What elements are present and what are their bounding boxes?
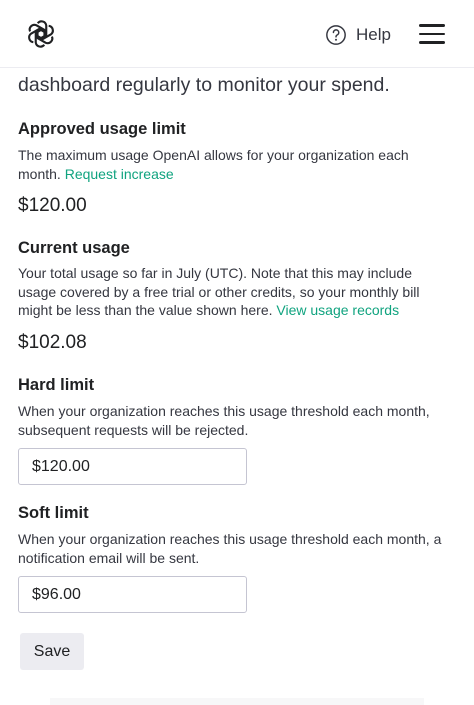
approved-limit-description: The maximum usage OpenAI allows for your… (18, 147, 409, 182)
question-circle-icon (326, 25, 346, 45)
view-usage-records-link[interactable]: View usage records (276, 302, 399, 318)
approved-limit-heading: Approved usage limit (18, 120, 186, 138)
intro-text: dashboard regularly to monitor your spen… (18, 74, 390, 96)
current-usage-heading: Current usage (18, 239, 130, 257)
openai-logo-icon[interactable] (26, 19, 56, 49)
current-usage-description: Your total usage so far in July (UTC). N… (18, 265, 420, 318)
current-usage-value: $102.08 (18, 332, 87, 353)
soft-limit-input[interactable] (18, 576, 247, 613)
soft-limit-description: When your organization reaches this usag… (18, 531, 442, 566)
help-button[interactable]: Help (325, 23, 391, 47)
help-label: Help (356, 25, 391, 44)
save-button[interactable]: Save (20, 633, 84, 670)
request-increase-link[interactable]: Request increase (65, 166, 174, 182)
footer-divider (50, 698, 424, 705)
hard-limit-description: When your organization reaches this usag… (18, 403, 430, 438)
hamburger-menu-icon[interactable] (419, 24, 445, 44)
hard-limit-input[interactable] (18, 448, 247, 485)
top-navigation-bar: Help (0, 0, 474, 68)
approved-limit-value: $120.00 (18, 195, 87, 216)
hard-limit-heading: Hard limit (18, 376, 95, 394)
soft-limit-heading: Soft limit (18, 504, 89, 522)
